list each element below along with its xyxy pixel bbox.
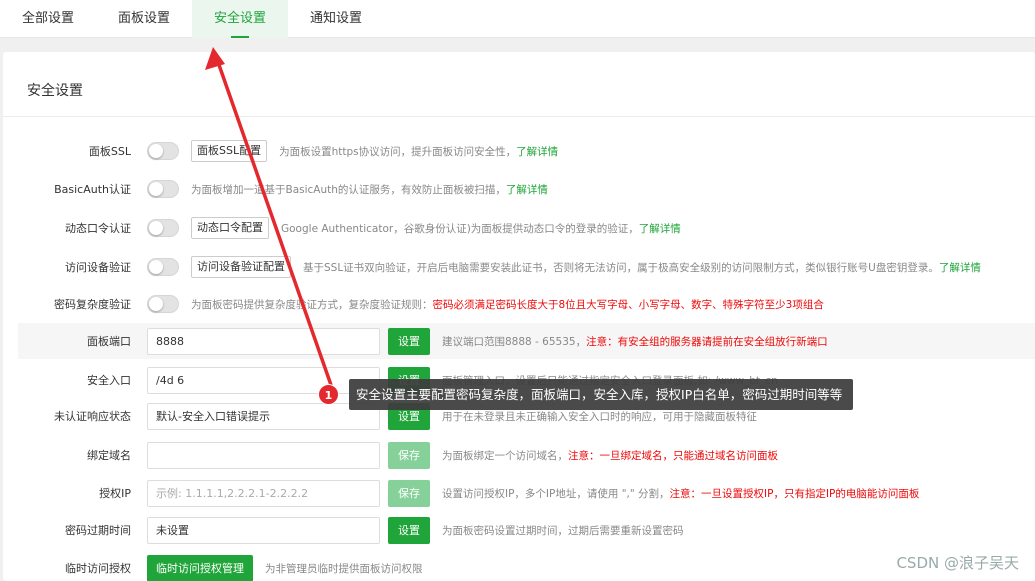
row-label: 绑定域名: [87, 449, 131, 462]
tab-all-settings[interactable]: 全部设置: [0, 0, 96, 38]
row-authorized-ip: 授权IP 示例: 1.1.1.1,2.2.2.1-2.2.2.2 保存 设置访问…: [18, 475, 1035, 511]
learn-more-link[interactable]: 了解详情: [516, 146, 558, 158]
dynamic-password-toggle[interactable]: [147, 219, 179, 237]
ssl-toggle[interactable]: [147, 142, 179, 160]
dynamic-password-config-button[interactable]: 动态口令配置: [191, 217, 269, 239]
row-description: 建议端口范围8888 - 65535，注意：有安全组的服务器请提前在安全组放行新…: [442, 335, 828, 348]
row-panel-port: 面板端口 8888 设置 建议端口范围8888 - 65535，注意：有安全组的…: [18, 323, 1035, 359]
row-description: 设置访问授权IP，多个IP地址，请使用 "," 分割，注意：一旦设置授权IP，只…: [442, 487, 920, 500]
warning-text: 注意：一旦绑定域名，只能通过域名访问面板: [568, 449, 778, 462]
learn-more-link[interactable]: 了解详情: [939, 262, 981, 274]
row-description: 为非管理员临时提供面板访问权限: [265, 562, 423, 575]
password-complexity-toggle[interactable]: [147, 295, 179, 313]
row-description: 为面板密码提供复杂度验证方式，复杂度验证规则：密码必须满足密码长度大于8位且大写…: [191, 298, 824, 311]
row-label: 动态口令认证: [65, 222, 131, 235]
panel-divider: [3, 116, 1035, 117]
row-label: 未认证响应状态: [54, 410, 131, 423]
temp-access-manage-button[interactable]: 临时访问授权管理: [147, 554, 253, 581]
tab-security-settings[interactable]: 安全设置: [192, 0, 289, 38]
row-description: 为面板绑定一个访问域名，注意：一旦绑定域名，只能通过域名访问面板: [442, 449, 778, 462]
watermark: CSDN @浪子吴天: [896, 554, 1019, 572]
bind-domain-input[interactable]: [147, 441, 380, 469]
device-verification-config-button[interactable]: 访问设备验证配置: [191, 256, 291, 278]
save-ip-button[interactable]: 保存: [388, 479, 430, 507]
learn-more-link[interactable]: 了解详情: [639, 223, 681, 235]
row-description: 基于SSL证书双向验证，开启后电脑需要安装此证书，否则将无法访问，属于极高安全级…: [303, 261, 981, 274]
row-label: 面板SSL: [88, 145, 131, 158]
annotation-callout: 1 安全设置主要配置密码复杂度，面板端口，安全入库，授权IP白名单，密码过期时间…: [318, 379, 854, 410]
panel-port-input[interactable]: 8888: [147, 327, 380, 355]
row-dynamic-password: 动态口令认证 动态口令配置 Google Authenticator，谷歌身份认…: [18, 210, 1035, 246]
row-label: 访问设备验证: [65, 261, 131, 274]
learn-more-link[interactable]: 了解详情: [506, 184, 548, 196]
set-port-button[interactable]: 设置: [388, 327, 430, 355]
row-password-complexity: 密码复杂度验证 为面板密码提供复杂度验证方式，复杂度验证规则：密码必须满足密码长…: [18, 286, 1035, 322]
row-panel-ssl: 面板SSL 面板SSL配置 为面板设置https协议访问，提升面板访问安全性，了…: [18, 133, 1035, 169]
warning-text: 注意：一旦设置授权IP，只有指定IP的电脑能访问面板: [669, 487, 920, 500]
row-bind-domain: 绑定域名 保存 为面板绑定一个访问域名，注意：一旦绑定域名，只能通过域名访问面板: [18, 437, 1035, 473]
panel-title: 安全设置: [27, 83, 83, 99]
row-description: 为面板增加一道基于BasicAuth的认证服务，有效防止面板被扫描，了解详情: [191, 183, 548, 196]
row-label: 密码过期时间: [65, 524, 131, 537]
row-temp-access: 临时访问授权 临时访问授权管理 为非管理员临时提供面板访问权限: [18, 550, 1035, 581]
row-password-expiry: 密码过期时间 未设置 设置 为面板密码设置过期时间，过期后需要重新设置密码: [18, 512, 1035, 548]
settings-tab-bar: 全部设置 面板设置 安全设置 通知设置: [0, 0, 1035, 38]
tab-notification-settings[interactable]: 通知设置: [288, 0, 384, 38]
security-settings-panel: 安全设置 面板SSL 面板SSL配置 为面板设置https协议访问，提升面板访问…: [3, 52, 1035, 581]
row-label: 授权IP: [99, 487, 131, 500]
row-label: 安全入口: [87, 374, 131, 387]
set-expiry-button[interactable]: 设置: [388, 516, 430, 544]
annotation-number-badge: 1: [318, 384, 339, 405]
row-label: 临时访问授权: [65, 562, 131, 575]
tab-panel-settings[interactable]: 面板设置: [96, 0, 192, 38]
warning-text: 密码必须满足密码长度大于8位且大写字母、小写字母、数字、特殊字符至少3项组合: [432, 298, 824, 311]
basicauth-toggle[interactable]: [147, 180, 179, 198]
warning-text: 注意：有安全组的服务器请提前在安全组放行新端口: [586, 335, 828, 348]
authorized-ip-input[interactable]: 示例: 1.1.1.1,2.2.2.1-2.2.2.2: [147, 479, 380, 507]
ssl-config-button[interactable]: 面板SSL配置: [191, 140, 268, 162]
row-label: 面板端口: [87, 335, 131, 348]
row-description: 用于在未登录且未正确输入安全入口时的响应，可用于隐藏面板特征: [442, 410, 757, 423]
row-label: BasicAuth认证: [54, 183, 131, 196]
row-description: Google Authenticator，谷歌身份认证)为面板提供动态口令的登录…: [281, 222, 681, 235]
row-basicauth: BasicAuth认证 为面板增加一道基于BasicAuth的认证服务，有效防止…: [18, 171, 1035, 207]
row-description: 为面板设置https协议访问，提升面板访问安全性，了解详情: [279, 145, 559, 158]
device-verification-toggle[interactable]: [147, 258, 179, 276]
password-expiry-input[interactable]: 未设置: [147, 516, 380, 544]
save-domain-button[interactable]: 保存: [388, 441, 430, 469]
row-label: 密码复杂度验证: [54, 298, 131, 311]
annotation-tooltip: 安全设置主要配置密码复杂度，面板端口，安全入库，授权IP白名单，密码过期时间等等: [349, 379, 854, 410]
row-description: 为面板密码设置过期时间，过期后需要重新设置密码: [442, 524, 684, 537]
row-device-verification: 访问设备验证 访问设备验证配置 基于SSL证书双向验证，开启后电脑需要安装此证书…: [18, 249, 1035, 285]
